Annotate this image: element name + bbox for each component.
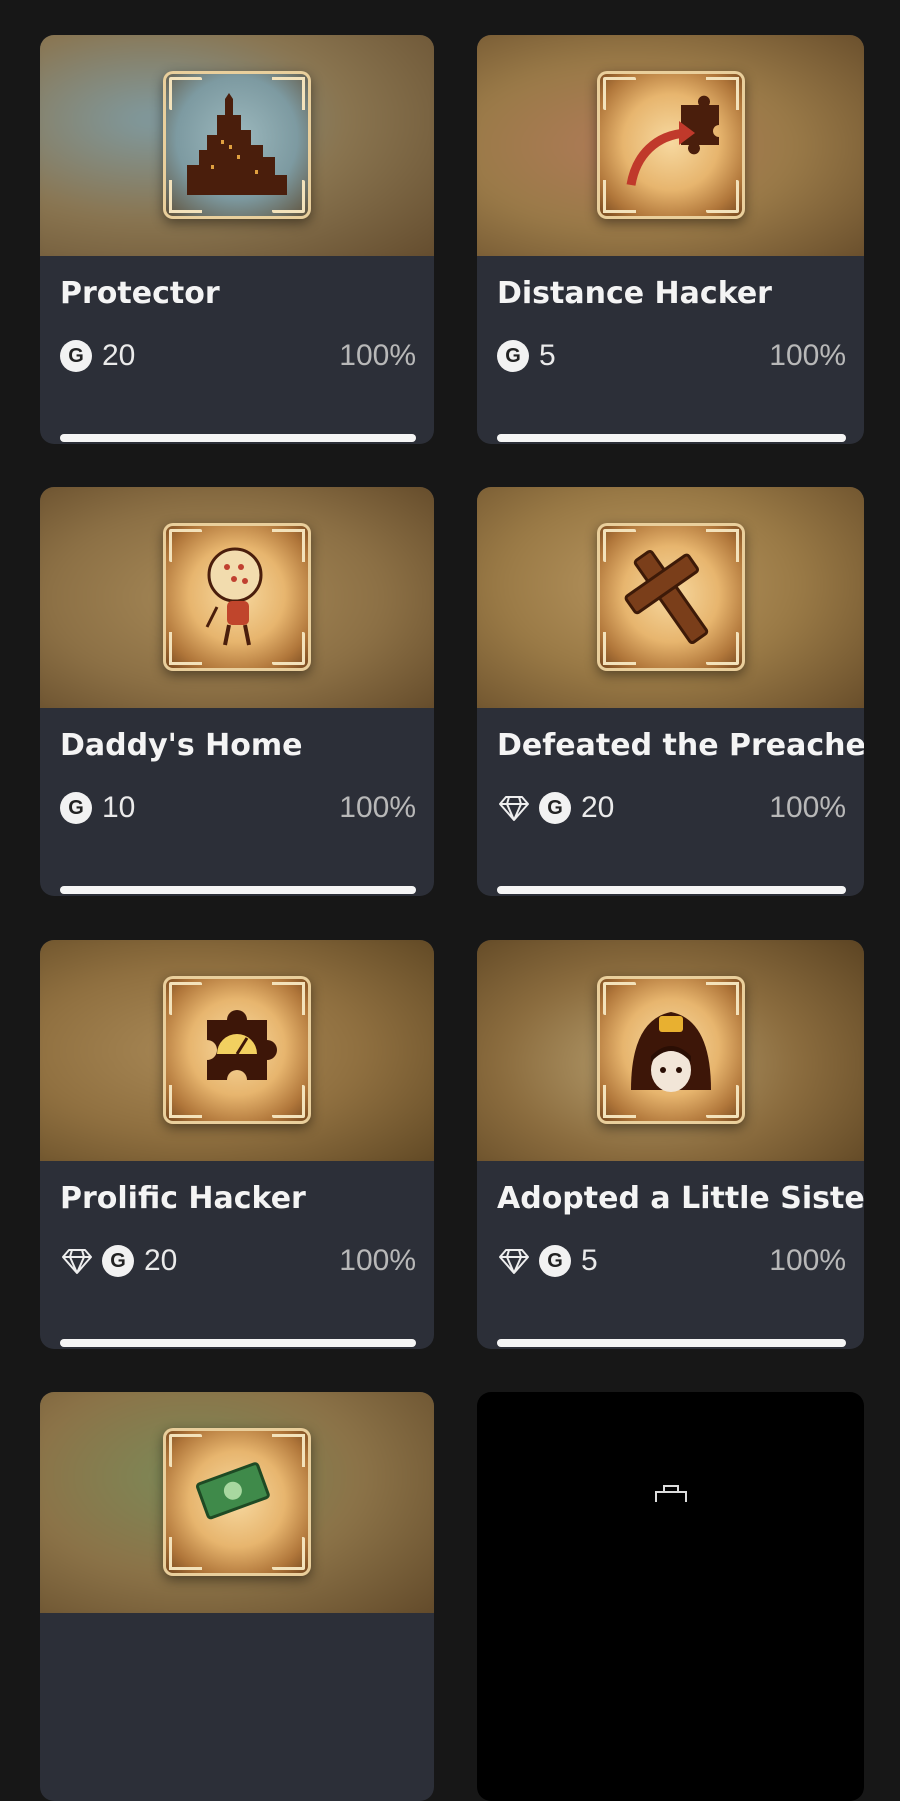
- gamerscore-value: 5: [539, 339, 556, 372]
- little-sister-icon: [596, 976, 745, 1124]
- achievement-title: Adopted a Little Sister: [497, 1181, 864, 1216]
- achievement-title: Daddy's Home: [60, 728, 303, 763]
- achievement-title: Defeated the Preacher: [497, 728, 864, 763]
- completion-percent: 100%: [339, 339, 416, 372]
- progress-bar: [60, 434, 416, 442]
- progress-fill: [60, 434, 416, 442]
- achievement-card[interactable]: [477, 1392, 864, 1801]
- money-icon: [163, 1428, 311, 1576]
- achievement-title: Protector: [60, 276, 220, 311]
- gamerscore-icon: G: [60, 792, 92, 824]
- achievement-title: Distance Hacker: [497, 276, 772, 311]
- progress-bar: [60, 886, 416, 894]
- puzzle-gauge-icon: [163, 976, 311, 1124]
- gamerscore-icon: G: [539, 792, 571, 824]
- achievement-art: [477, 35, 864, 256]
- achievement-art: [40, 35, 434, 256]
- achievement-card[interactable]: Protector G 20 100%: [40, 35, 434, 444]
- completion-percent: 100%: [339, 1244, 416, 1277]
- gamerscore-value: 20: [102, 339, 136, 372]
- progress-fill: [60, 1339, 416, 1347]
- gamerscore-icon: G: [60, 340, 92, 372]
- rare-diamond-icon: [499, 1249, 529, 1274]
- progress-bar: [497, 1339, 846, 1347]
- achievement-title: Prolific Hacker: [60, 1181, 306, 1216]
- locked-achievement-icon: [655, 1485, 687, 1502]
- gamerscore-value: 20: [581, 791, 615, 824]
- gamerscore-icon: G: [102, 1245, 134, 1277]
- achievement-art: [477, 487, 864, 708]
- progress-fill: [60, 886, 416, 894]
- gamerscore-icon: G: [539, 1245, 571, 1277]
- progress-fill: [497, 434, 846, 442]
- completion-percent: 100%: [339, 791, 416, 824]
- puzzle-arrow-icon: [596, 71, 745, 219]
- gamerscore-value: 20: [144, 1244, 178, 1277]
- progress-fill: [497, 886, 846, 894]
- achievement-card[interactable]: Distance Hacker G 5 100%: [477, 35, 864, 444]
- achievement-art: [40, 1392, 434, 1613]
- achievement-art: [477, 940, 864, 1161]
- completion-percent: 100%: [769, 339, 846, 372]
- progress-bar: [497, 434, 846, 442]
- rare-diamond-icon: [62, 1249, 92, 1274]
- gamerscore-value: 5: [581, 1244, 598, 1277]
- gamerscore-icon: G: [497, 340, 529, 372]
- progress-bar: [497, 886, 846, 894]
- rare-diamond-icon: [499, 796, 529, 821]
- achievement-card[interactable]: [40, 1392, 434, 1801]
- big-daddy-doll-icon: [163, 523, 311, 671]
- achievement-art: [40, 940, 434, 1161]
- achievement-card[interactable]: Adopted a Little Sister G 5 100%: [477, 940, 864, 1349]
- gamerscore-value: 10: [102, 791, 136, 824]
- achievement-art: [40, 487, 434, 708]
- progress-bar: [60, 1339, 416, 1347]
- progress-fill: [497, 1339, 846, 1347]
- cross-icon: [596, 523, 745, 671]
- achievement-card[interactable]: Prolific Hacker G 20 100%: [40, 940, 434, 1349]
- completion-percent: 100%: [769, 791, 846, 824]
- completion-percent: 100%: [769, 1244, 846, 1277]
- achievement-card[interactable]: Defeated the Preacher G 20 100%: [477, 487, 864, 896]
- achievement-card[interactable]: Daddy's Home G 10 100%: [40, 487, 434, 896]
- city-icon: [163, 71, 311, 219]
